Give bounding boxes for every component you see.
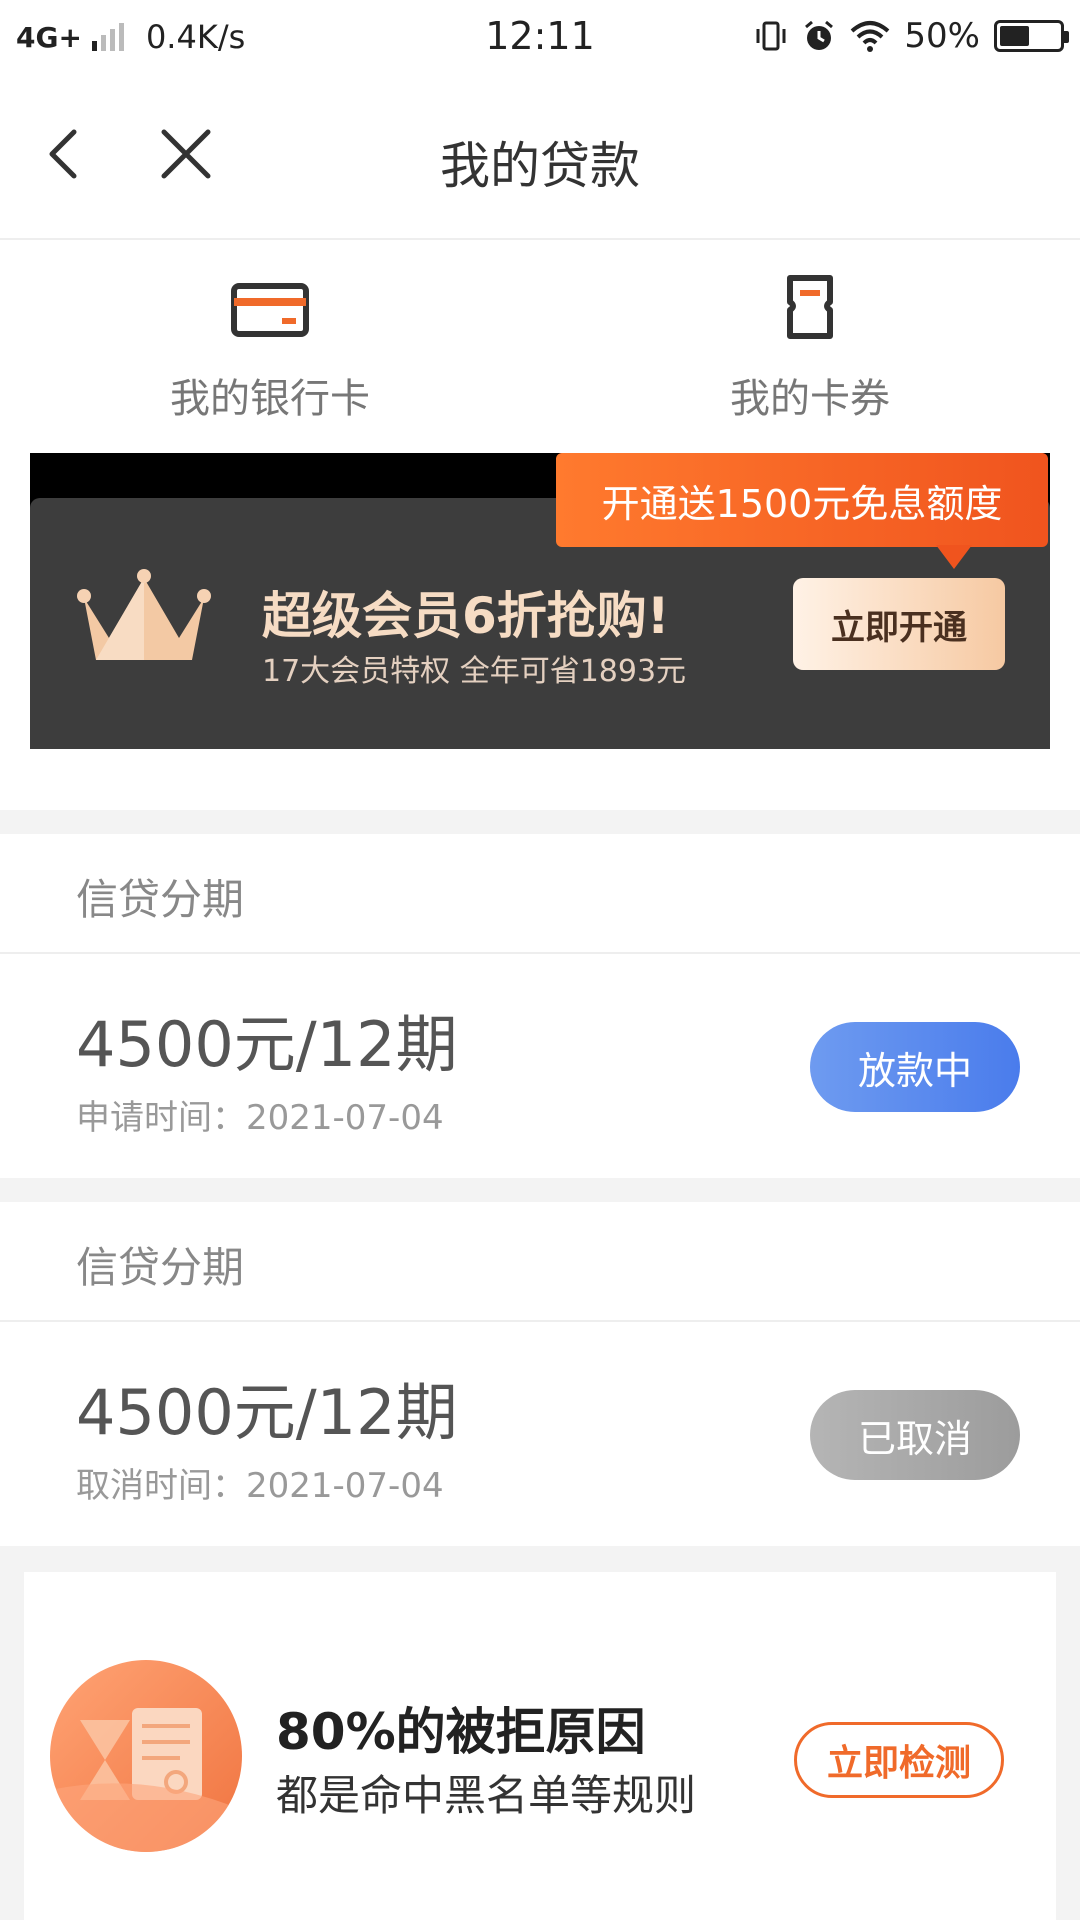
vip-promo-tag: 开通送1500元免息额度 xyxy=(556,453,1048,569)
promo-card[interactable]: 80%的被拒原因 都是命中黑名单等规则 立即检测 xyxy=(24,1572,1056,1920)
vip-activate-button[interactable]: 立即开通 xyxy=(793,578,1005,670)
vibrate-icon xyxy=(756,21,786,51)
loan-status-badge[interactable]: 已取消 xyxy=(810,1390,1020,1480)
section-divider xyxy=(0,1178,1080,1202)
alarm-icon xyxy=(805,20,834,50)
vip-banner[interactable]: 超级会员6折抢购! 17大会员特权 全年可省1893元 立即开通 开通送1500… xyxy=(30,453,1050,749)
vip-title: 超级会员6折抢购! xyxy=(262,587,670,645)
loan-header: 信贷分期 xyxy=(0,834,1080,954)
page-title: 我的贷款 xyxy=(440,137,640,195)
coupon-shortcut[interactable]: 我的卡券 xyxy=(660,272,960,424)
coupon-icon xyxy=(787,275,833,339)
loan-category: 信贷分期 xyxy=(76,1243,245,1292)
loan-amount: 4500元/12期 xyxy=(76,1008,458,1081)
promo-headline: 80%的被拒原因 xyxy=(276,1703,646,1761)
loan-status-badge[interactable]: 放款中 xyxy=(810,1022,1020,1112)
loan-header: 信贷分期 xyxy=(0,1202,1080,1322)
shortcuts: 我的银行卡 我的卡券 xyxy=(0,242,1080,452)
vip-subtitle: 17大会员特权 全年可省1893元 xyxy=(262,654,687,689)
promo-subline: 都是命中黑名单等规则 xyxy=(276,1771,697,1820)
section-divider xyxy=(0,810,1080,834)
coupon-label: 我的卡券 xyxy=(730,376,890,422)
loan-date: 申请时间：2021-07-04 xyxy=(76,1098,444,1138)
loan-item[interactable]: 4500元/12期 申请时间：2021-07-04 放款中 xyxy=(0,956,1080,1174)
nav-bar: 我的贷款 xyxy=(0,76,1080,240)
bank-card-label: 我的银行卡 xyxy=(170,376,370,422)
wifi-icon xyxy=(851,21,890,52)
status-right: 50% xyxy=(754,16,1069,56)
report-hourglass-icon xyxy=(50,1660,242,1852)
loan-date: 取消时间：2021-07-04 xyxy=(76,1466,444,1506)
crown-icon xyxy=(77,569,211,660)
bank-card-icon xyxy=(231,283,309,337)
loan-item[interactable]: 4500元/12期 取消时间：2021-07-04 已取消 xyxy=(0,1324,1080,1542)
check-now-button[interactable]: 立即检测 xyxy=(794,1722,1004,1798)
battery-icon xyxy=(994,20,1069,52)
loan-category: 信贷分期 xyxy=(76,875,245,924)
loan-amount: 4500元/12期 xyxy=(76,1376,458,1449)
status-bar: 4G+ 0.4K/s 12:11 50% xyxy=(0,0,1080,76)
battery-percent: 50% xyxy=(904,16,980,56)
bank-card-shortcut[interactable]: 我的银行卡 xyxy=(120,272,420,424)
